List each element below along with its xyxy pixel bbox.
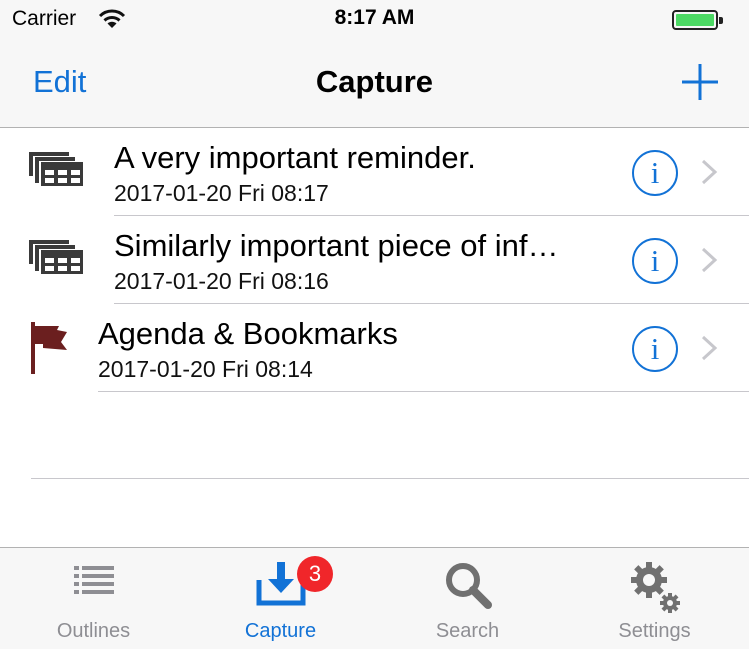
item-title: A very important reminder. (114, 140, 476, 175)
divider (31, 478, 749, 479)
info-button[interactable]: i (632, 326, 678, 372)
list-item[interactable]: Agenda & Bookmarks 2017-01-20 Fri 08:14 … (0, 304, 749, 392)
item-title: Similarly important piece of inf… (114, 228, 559, 263)
tab-bar: Outlines 3 Capture Search Settings (0, 547, 749, 649)
list-icon (72, 560, 116, 605)
flag-icon (29, 320, 71, 381)
item-title: Agenda & Bookmarks (98, 316, 398, 351)
badge-count: 3 (297, 556, 333, 592)
tab-capture[interactable]: 3 Capture (187, 548, 374, 649)
tab-label: Outlines (56, 620, 131, 642)
tab-label: Search (435, 620, 500, 642)
tab-settings[interactable]: Settings (561, 548, 748, 649)
item-date: 2017-01-20 Fri 08:17 (114, 180, 329, 206)
page-title: Capture (315, 64, 434, 99)
status-time: 8:17 AM (334, 6, 415, 29)
chevron-right-icon (698, 246, 720, 274)
cards-icon (29, 152, 85, 193)
item-date: 2017-01-20 Fri 08:16 (114, 268, 329, 294)
capture-list: A very important reminder. 2017-01-20 Fr… (0, 128, 749, 392)
navigation-bar: Edit Capture (0, 40, 749, 128)
chevron-right-icon (698, 334, 720, 362)
tab-label: Capture (244, 620, 317, 642)
battery-full-icon (672, 10, 723, 30)
list-item[interactable]: A very important reminder. 2017-01-20 Fr… (0, 128, 749, 216)
item-date: 2017-01-20 Fri 08:14 (98, 356, 313, 382)
gears-icon (627, 560, 683, 621)
status-bar: Carrier 8:17 AM (0, 0, 749, 40)
cards-icon (29, 240, 85, 281)
tab-outlines[interactable]: Outlines (0, 548, 187, 649)
battery-level (676, 14, 714, 26)
chevron-right-icon (698, 158, 720, 186)
info-button[interactable]: i (632, 150, 678, 196)
plus-icon[interactable] (680, 62, 720, 102)
magnifier-icon (443, 560, 493, 615)
list-item[interactable]: Similarly important piece of inf… 2017-0… (0, 216, 749, 304)
edit-button[interactable]: Edit (33, 64, 86, 100)
tab-search[interactable]: Search (374, 548, 561, 649)
tab-label: Settings (618, 620, 691, 642)
info-button[interactable]: i (632, 238, 678, 284)
